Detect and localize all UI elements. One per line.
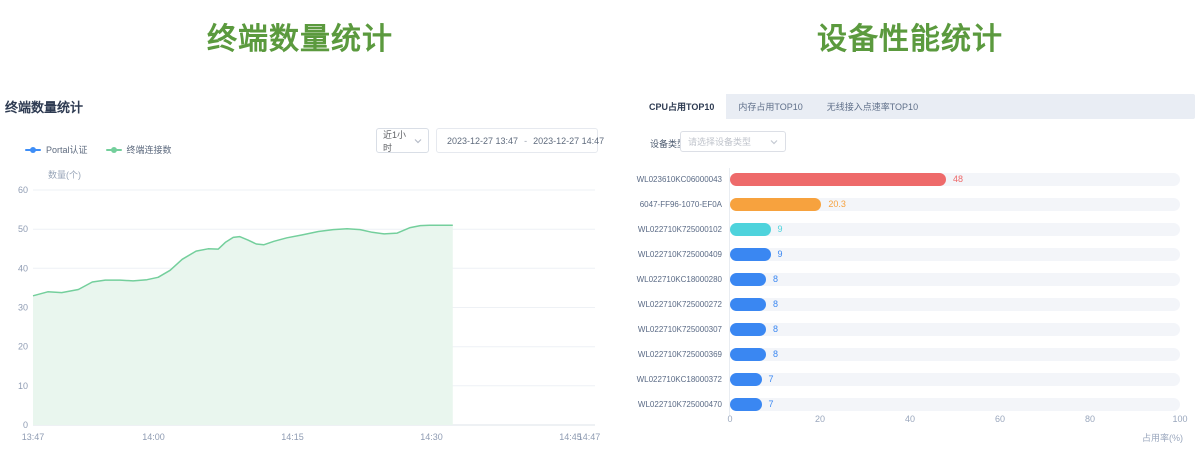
legend-label: Portal认证 — [46, 143, 88, 156]
svg-text:14:30: 14:30 — [420, 432, 443, 442]
bar — [730, 198, 821, 211]
bar-value-label: 48 — [953, 173, 963, 186]
device-type-placeholder: 请选择设备类型 — [688, 135, 751, 148]
bar-track — [730, 373, 1180, 386]
bar-category-label: WL022710K725000470 — [600, 399, 722, 411]
date-range-picker[interactable]: 2023-12-27 13:47 - 2023-12-27 14:47 — [436, 128, 598, 153]
bar — [730, 298, 766, 311]
svg-text:40: 40 — [18, 263, 28, 273]
bar-category-label: WL022710K725000102 — [600, 224, 722, 236]
device-type-select[interactable]: 请选择设备类型 — [680, 131, 786, 152]
svg-text:20: 20 — [18, 342, 28, 352]
svg-text:14:47: 14:47 — [578, 432, 600, 442]
bar — [730, 348, 766, 361]
legend-item-terminal-connections[interactable]: 终端连接数 — [106, 143, 172, 156]
svg-text:30: 30 — [18, 303, 28, 313]
x-axis-tick: 80 — [1075, 414, 1105, 424]
bar-track — [730, 298, 1180, 311]
bar-value-label: 8 — [773, 323, 778, 336]
x-axis-tick: 100 — [1165, 414, 1195, 424]
bar-track — [730, 348, 1180, 361]
bar-category-label: WL022710KC18000372 — [600, 374, 722, 386]
bar-category-label: 6047-FF96-1070-EF0A — [600, 199, 722, 211]
svg-text:14:15: 14:15 — [281, 432, 304, 442]
chevron-down-icon — [770, 139, 778, 145]
chevron-down-icon — [414, 138, 422, 144]
bar-value-label: 7 — [769, 373, 774, 386]
x-axis-tick: 20 — [805, 414, 835, 424]
bar — [730, 273, 766, 286]
right-section-title: 设备性能统计 — [620, 14, 1200, 58]
chart-legend: Portal认证 终端连接数 — [25, 143, 172, 156]
legend-line-marker-icon — [25, 149, 41, 151]
svg-text:10: 10 — [18, 381, 28, 391]
bar-track — [730, 248, 1180, 261]
x-axis-tick: 0 — [715, 414, 745, 424]
svg-text:14:00: 14:00 — [142, 432, 165, 442]
tab-cpu-top10[interactable]: CPU占用TOP10 — [637, 94, 726, 119]
bar — [730, 223, 771, 236]
bar-category-label: WL022710K725000307 — [600, 324, 722, 336]
terminal-line-chart: 010203040506013:4714:0014:1514:3014:4514… — [0, 180, 600, 450]
terminal-card-title: 终端数量统计 — [5, 97, 83, 116]
date-range-end: 2023-12-27 14:47 — [533, 136, 604, 146]
bar-track — [730, 223, 1180, 236]
bar-value-label: 8 — [773, 348, 778, 361]
dashboard-page: 终端数量统计 设备性能统计 终端数量统计 Portal认证 终端连接数 近1小时… — [0, 0, 1200, 456]
bar-category-label: WL022710K725000409 — [600, 249, 722, 261]
bar — [730, 248, 771, 261]
bar-category-label: WL022710K725000369 — [600, 349, 722, 361]
left-section-title: 终端数量统计 — [0, 14, 600, 58]
bar-category-label: WL023610KC06000043 — [600, 174, 722, 186]
x-axis-title: 占用率(%) — [1100, 431, 1183, 444]
time-range-value: 近1小时 — [383, 128, 414, 154]
svg-text:0: 0 — [23, 420, 28, 430]
bar — [730, 173, 946, 186]
legend-item-portal-auth[interactable]: Portal认证 — [25, 143, 88, 156]
bar-value-label: 9 — [778, 223, 783, 236]
bar — [730, 398, 762, 411]
x-axis-tick: 40 — [895, 414, 925, 424]
date-range-start: 2023-12-27 13:47 — [447, 136, 518, 146]
bar-value-label: 8 — [773, 298, 778, 311]
bar-value-label: 9 — [778, 248, 783, 261]
time-range-select[interactable]: 近1小时 — [376, 128, 429, 153]
performance-tabbar: CPU占用TOP10 内存占用TOP10 无线接入点速率TOP10 — [637, 94, 1195, 119]
bar-category-label: WL022710KC18000280 — [600, 274, 722, 286]
bar — [730, 323, 766, 336]
bar-track — [730, 323, 1180, 336]
x-axis-tick: 60 — [985, 414, 1015, 424]
bar — [730, 373, 762, 386]
bar-value-label: 8 — [773, 273, 778, 286]
bar-value-label: 20.3 — [828, 198, 846, 211]
bar-value-label: 7 — [769, 398, 774, 411]
svg-text:13:47: 13:47 — [22, 432, 45, 442]
bar-category-label: WL022710K725000272 — [600, 299, 722, 311]
legend-label: 终端连接数 — [127, 143, 172, 156]
svg-text:60: 60 — [18, 185, 28, 195]
date-range-separator: - — [522, 136, 529, 146]
bar-track — [730, 273, 1180, 286]
bar-track — [730, 398, 1180, 411]
tab-wireless-ap-rate-top10[interactable]: 无线接入点速率TOP10 — [815, 94, 930, 119]
legend-line-marker-icon — [106, 149, 122, 151]
tab-memory-top10[interactable]: 内存占用TOP10 — [726, 94, 814, 119]
svg-text:50: 50 — [18, 224, 28, 234]
